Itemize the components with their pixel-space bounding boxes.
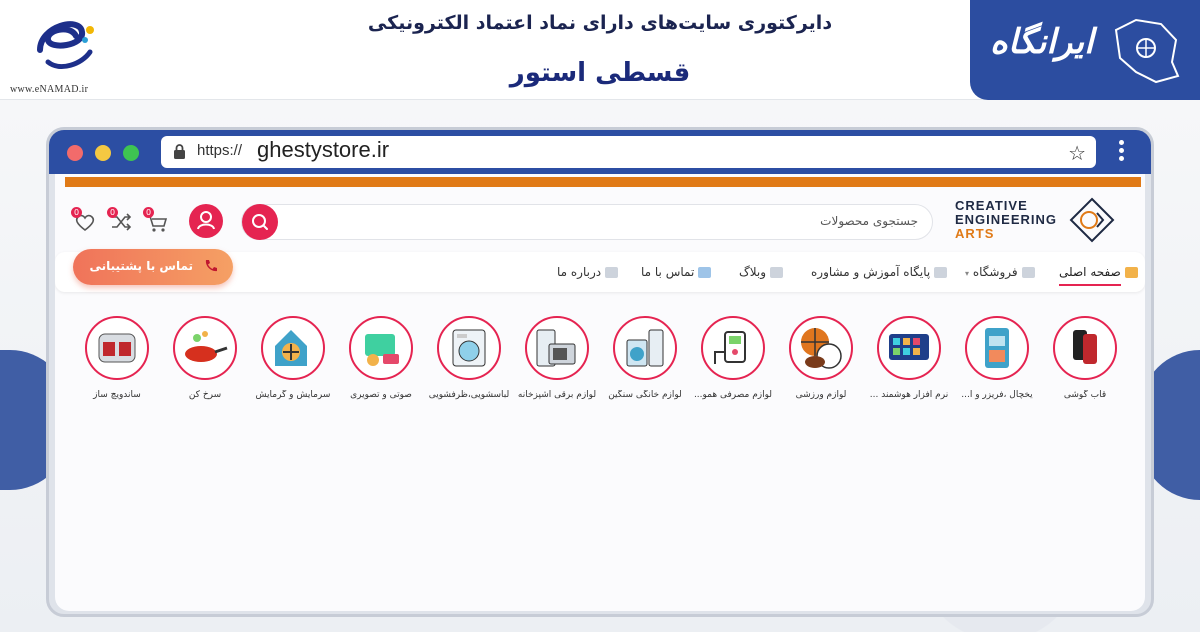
contact-icon bbox=[698, 267, 712, 278]
irangah-logo[interactable]: ایرانگاه bbox=[970, 0, 1200, 100]
account-button[interactable] bbox=[189, 204, 223, 238]
nav-item-blog[interactable]: وبلاگ bbox=[739, 265, 784, 279]
sports-balls-icon bbox=[789, 316, 853, 380]
phone-icon bbox=[205, 260, 217, 272]
url-domain: ghestystore.ir bbox=[257, 137, 390, 162]
about-icon bbox=[605, 267, 619, 278]
search-button[interactable] bbox=[242, 204, 278, 240]
category-item[interactable]: لباسشویی،ظرفشویی bbox=[427, 316, 511, 416]
window-minimize-icon[interactable] bbox=[95, 145, 111, 161]
home-appliances-icon bbox=[613, 316, 677, 380]
academy-icon bbox=[934, 267, 948, 278]
address-bar[interactable]: https:// ghestystore.ir ☆ bbox=[161, 136, 1096, 168]
top-accent-strip bbox=[65, 177, 1141, 187]
fridge-icon bbox=[965, 316, 1029, 380]
nav-active-indicator bbox=[1059, 284, 1121, 286]
nav-item-academy[interactable]: پایگاه آموزش و مشاوره bbox=[811, 265, 948, 279]
support-button[interactable]: تماس با پشتیبانی bbox=[73, 249, 233, 285]
search-placeholder: جستجوی محصولات bbox=[820, 214, 918, 228]
frying-pan-icon bbox=[173, 316, 237, 380]
iran-map-icon bbox=[1114, 18, 1180, 84]
compare-button[interactable]: 0 bbox=[107, 207, 135, 234]
support-label: تماس با پشتیبانی bbox=[89, 259, 193, 273]
browser-menu-icon[interactable] bbox=[1119, 140, 1125, 164]
browser-window: https:// ghestystore.ir ☆ CREATIVE ENGIN… bbox=[46, 127, 1154, 617]
lock-icon bbox=[174, 144, 185, 159]
nav-item-contact[interactable]: تماس با ما bbox=[641, 265, 712, 279]
category-item[interactable]: سرمایش و گرمایش bbox=[251, 316, 335, 416]
heating-cooling-icon bbox=[261, 316, 325, 380]
category-item[interactable]: سرخ کن bbox=[163, 316, 247, 416]
user-icon bbox=[197, 211, 215, 230]
compare-count: 0 bbox=[107, 207, 118, 218]
category-item[interactable]: لوازم مصرفی همو... bbox=[691, 316, 775, 416]
nav-item-home[interactable]: صفحه اصلی bbox=[1059, 265, 1138, 279]
category-item[interactable]: صوتی و تصویری bbox=[339, 316, 423, 416]
smart-software-icon bbox=[877, 316, 941, 380]
medical-device-icon bbox=[701, 316, 765, 380]
window-close-icon[interactable] bbox=[67, 145, 83, 161]
directory-header: www.eNAMAD.ir دایرکتوری سایت‌های دارای ن… bbox=[0, 0, 1200, 100]
cea-emblem-icon bbox=[1069, 197, 1115, 243]
kitchen-appliances-icon bbox=[525, 316, 589, 380]
site-logo[interactable]: CREATIVE ENGINEERING ARTS bbox=[925, 197, 1115, 245]
chevron-down-icon: ▾ bbox=[965, 269, 970, 278]
search-icon bbox=[252, 214, 268, 230]
nav-item-about[interactable]: درباره ما bbox=[557, 265, 619, 279]
browser-toolbar: https:// ghestystore.ir ☆ bbox=[49, 130, 1151, 174]
url-scheme: https:// bbox=[197, 142, 243, 159]
category-item[interactable]: لوازم خانگی سنگین bbox=[603, 316, 687, 416]
cart-button[interactable]: 0 bbox=[143, 207, 171, 234]
audio-video-icon bbox=[349, 316, 413, 380]
bookmark-star-icon[interactable]: ☆ bbox=[1068, 141, 1086, 165]
search-input[interactable]: جستجوی محصولات bbox=[241, 204, 933, 240]
sandwich-maker-icon bbox=[85, 316, 149, 380]
category-item[interactable]: لوازم برقی آشپزخانه bbox=[515, 316, 599, 416]
irangah-wordmark: ایرانگاه bbox=[990, 22, 1094, 62]
category-item[interactable]: یخچال ،فریزر و ا... bbox=[955, 316, 1039, 416]
blog-icon bbox=[770, 267, 784, 278]
shop-icon bbox=[1021, 267, 1035, 278]
site-logo-text: CREATIVE ENGINEERING ARTS bbox=[954, 198, 1057, 241]
category-item[interactable]: نرم افزار هوشمند ... bbox=[867, 316, 951, 416]
wishlist-count: 0 bbox=[71, 207, 82, 218]
nav-item-shop[interactable]: فروشگاه ▾ bbox=[965, 265, 1035, 279]
window-maximize-icon[interactable] bbox=[123, 145, 139, 161]
phone-case-icon bbox=[1053, 316, 1117, 380]
wishlist-button[interactable]: 0 bbox=[71, 207, 99, 234]
category-item[interactable]: ساندویچ ساز bbox=[75, 316, 159, 416]
cart-count: 0 bbox=[143, 207, 154, 218]
washing-machine-icon bbox=[437, 316, 501, 380]
page-viewport: CREATIVE ENGINEERING ARTS جستجوی محصولات… bbox=[55, 174, 1145, 611]
category-item[interactable]: قاب گوشی bbox=[1043, 316, 1127, 416]
category-item[interactable]: لوازم ورزشی bbox=[779, 316, 863, 416]
home-icon bbox=[1124, 267, 1138, 278]
